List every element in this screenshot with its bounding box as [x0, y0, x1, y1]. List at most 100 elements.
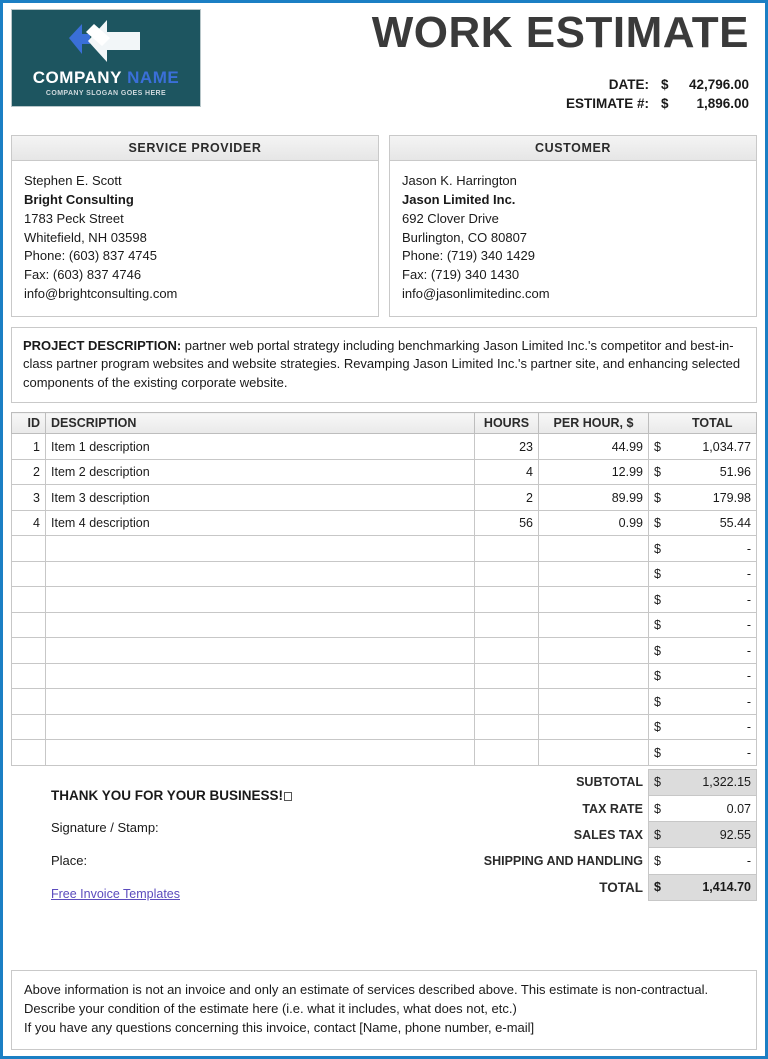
customer-city-state-zip: Burlington, CO 80807 — [402, 229, 528, 245]
cell-hours: 4 — [474, 458, 539, 486]
cell-rate — [538, 739, 649, 766]
totals-value: 0.07 — [668, 794, 757, 823]
service-provider-company: Bright Consulting — [24, 191, 134, 207]
column-header-hours: HOURS — [474, 412, 539, 435]
cell-currency: $ — [648, 458, 669, 486]
customer-heading: CUSTOMER — [390, 136, 756, 161]
cell-total: - — [668, 586, 757, 613]
customer-street: 692 Clover Drive — [402, 210, 499, 226]
page-title: WORK ESTIMATE — [371, 8, 749, 57]
cell-id — [11, 560, 46, 588]
cell-description: Item 2 description — [45, 458, 475, 486]
cell-id — [11, 739, 46, 766]
cell-total: - — [668, 560, 757, 588]
column-header-per-hour: PER HOUR, $ — [538, 412, 649, 435]
free-invoice-templates-link[interactable]: Free Invoice Templates — [51, 887, 180, 901]
totals-row: SHIPPING AND HANDLING $ - — [437, 847, 757, 875]
table-row: $ - — [11, 662, 757, 690]
cell-hours — [474, 560, 539, 588]
cell-id — [11, 662, 46, 690]
table-row: $ - — [11, 535, 757, 562]
table-row: $ - — [11, 739, 757, 766]
cell-rate — [538, 713, 649, 741]
cell-rate: 89.99 — [538, 484, 649, 511]
service-provider-heading: SERVICE PROVIDER — [12, 136, 378, 161]
meta-row-estimate-number: ESTIMATE #: $ 1,896.00 — [201, 96, 749, 111]
cell-currency: $ — [648, 611, 669, 639]
thank-you-text: THANK YOU FOR YOUR BUSINESS! — [51, 787, 284, 803]
totals-label: SUBTOTAL — [576, 775, 643, 790]
totals-value: - — [668, 847, 757, 875]
cell-currency: $ — [648, 739, 669, 766]
cell-hours: 23 — [474, 433, 539, 460]
service-provider-phone: Phone: (603) 837 4745 — [24, 248, 157, 264]
table-row: $ - — [11, 713, 757, 741]
column-header-total: TOTAL — [668, 412, 757, 435]
table-row: 2 Item 2 description 4 12.99 $51.96 — [11, 458, 757, 486]
project-description-block: PROJECT DESCRIPTION: partner web portal … — [11, 326, 757, 404]
cell-hours — [474, 586, 539, 613]
cell-currency: $ — [648, 535, 669, 562]
cell-total: 1,034.77 — [668, 433, 757, 460]
cell-total: 179.98 — [668, 484, 757, 511]
table-row: $ - — [11, 637, 757, 664]
customer-email: info@jasonlimitedinc.com — [402, 286, 550, 302]
date-currency: $ — [661, 77, 669, 92]
cell-description — [45, 586, 475, 613]
totals-currency: $ — [648, 768, 669, 796]
service-provider-city-state-zip: Whitefield, NH 03598 — [24, 229, 147, 245]
totals-row: TAX RATE $0.07 — [437, 794, 757, 823]
cell-total: - — [668, 662, 757, 690]
cell-rate — [538, 688, 649, 715]
cell-total: - — [668, 739, 757, 766]
totals-body: SUBTOTAL $1,322.15 TAX RATE $0.07 SALES TAX $… — [437, 768, 757, 901]
cell-rate — [538, 535, 649, 562]
summary-section: THANK YOU FOR YOUR BUSINESS! Signature /… — [11, 766, 757, 901]
service-provider-street: 1783 Peck Street — [24, 210, 124, 226]
customer-details: Jason K. Harrington Jason Limited Inc. 6… — [390, 161, 756, 316]
column-header-id: ID — [11, 412, 46, 435]
cell-hours — [474, 688, 539, 715]
cell-description — [45, 739, 475, 766]
cell-currency: $ — [648, 586, 669, 613]
table-row: $ - — [11, 611, 757, 639]
cell-description: Item 4 description — [45, 509, 475, 537]
table-row: 3 Item 3 description 2 89.99 $179.98 — [11, 484, 757, 511]
cell-hours: 2 — [474, 484, 539, 511]
cell-id — [11, 637, 46, 664]
totals-value: 1,414.70 — [668, 873, 757, 901]
date-value: 42,796.00 — [688, 77, 749, 92]
document-meta: DATE: $ 42,796.00 ESTIMATE #: $ 1,896.00 — [201, 77, 749, 111]
cell-hours — [474, 739, 539, 766]
cell-rate: 0.99 — [538, 509, 649, 537]
cell-total: 51.96 — [668, 458, 757, 486]
cell-hours — [474, 662, 539, 690]
cell-hours — [474, 535, 539, 562]
disclaimer-line-1: Above information is not an invoice and … — [24, 982, 709, 998]
thank-you-message: THANK YOU FOR YOUR BUSINESS! — [51, 788, 437, 803]
place-label: Place: — [51, 852, 88, 868]
totals-currency: $ — [648, 821, 669, 849]
customer-company: Jason Limited Inc. — [402, 191, 516, 207]
logo-name-word: NAME — [127, 68, 180, 87]
cell-currency: $ — [648, 509, 669, 537]
table-row: $ - — [11, 688, 757, 715]
cell-description — [45, 560, 475, 588]
cell-description — [45, 535, 475, 562]
signature-label: Signature / Stamp: — [51, 819, 159, 835]
cell-description — [45, 611, 475, 639]
estimate-number-label: ESTIMATE #: — [565, 96, 649, 111]
totals-label: SALES TAX — [573, 827, 643, 842]
cell-rate — [538, 637, 649, 664]
totals-table: SUBTOTAL $1,322.15 TAX RATE $0.07 SALES TAX $… — [437, 768, 757, 901]
cell-id — [11, 586, 46, 613]
cell-description — [45, 662, 475, 690]
table-row: $ - — [11, 560, 757, 588]
cell-rate — [538, 662, 649, 690]
disclaimer-line-3: If you have any questions concerning thi… — [24, 1020, 535, 1036]
cell-currency: $ — [648, 484, 669, 511]
closing-block: THANK YOU FOR YOUR BUSINESS! Signature /… — [11, 766, 437, 901]
cell-description — [45, 713, 475, 741]
checkbox-glyph-icon — [284, 791, 293, 801]
cell-currency: $ — [648, 688, 669, 715]
